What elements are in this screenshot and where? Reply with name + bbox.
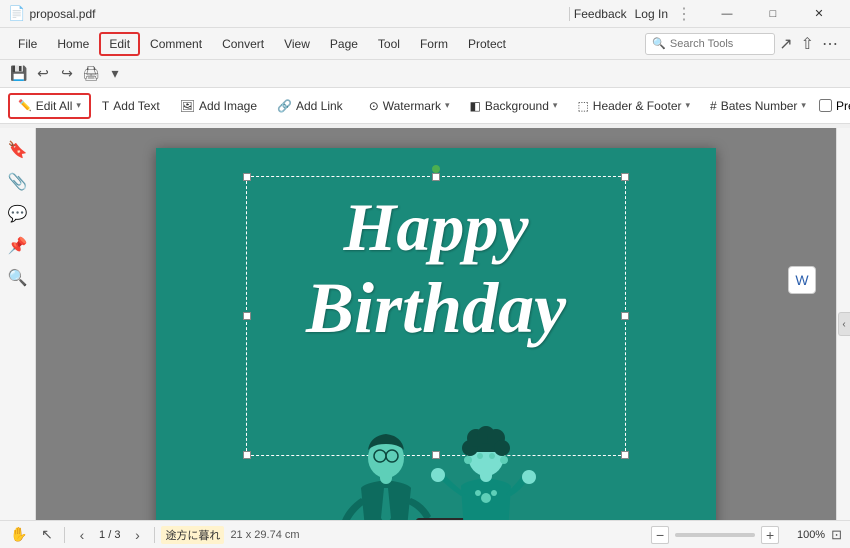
- undo-button[interactable]: ↩: [32, 63, 54, 85]
- zoom-level: 100%: [785, 529, 825, 541]
- edit-all-dropdown-arrow: ▾: [76, 100, 81, 111]
- home-menu-item[interactable]: Home: [47, 32, 99, 56]
- redo-button[interactable]: ↪: [56, 63, 78, 85]
- form-menu-item[interactable]: Form: [410, 32, 458, 56]
- minimize-button[interactable]: —: [704, 0, 750, 28]
- resize-handle-tm[interactable]: [432, 173, 440, 181]
- add-text-button[interactable]: T Add Text: [93, 93, 169, 119]
- word-icon: W: [795, 272, 808, 288]
- menu-bar: File Home Edit Comment Convert View Page…: [0, 28, 850, 60]
- happy-text: Happy: [246, 188, 626, 267]
- zoom-slider[interactable]: [675, 533, 755, 537]
- pdf-page: Happy Birthday: [156, 148, 716, 520]
- side-panel-left: 🔖 📎 💬 📌 🔍: [0, 128, 36, 520]
- document-title: proposal.pdf: [29, 7, 564, 21]
- external-link-button[interactable]: ↗: [775, 34, 796, 54]
- right-panel-collapse-button[interactable]: ‹: [838, 312, 850, 336]
- japanese-text: 途方に暮れ: [161, 526, 224, 544]
- edit-icon: ✏️: [18, 99, 32, 112]
- more-file-button[interactable]: ▾: [104, 63, 126, 85]
- login-link[interactable]: Log In: [635, 7, 668, 21]
- print-button[interactable]: 🖨: [80, 63, 102, 85]
- fit-page-button[interactable]: ⊡: [831, 527, 842, 543]
- cursor-tool-button[interactable]: ↖: [36, 524, 58, 546]
- header-footer-dropdown-arrow: ▾: [686, 100, 691, 111]
- preview-checkbox[interactable]: [819, 99, 832, 112]
- comment-button[interactable]: 💬: [4, 200, 32, 228]
- status-separator: [64, 527, 65, 543]
- share-button[interactable]: ⇧: [797, 34, 818, 54]
- watermark-dropdown-arrow: ▾: [445, 100, 450, 111]
- protect-menu-item[interactable]: Protect: [458, 32, 516, 56]
- resize-handle-ml[interactable]: [243, 312, 251, 320]
- preview-checkbox-label[interactable]: Preview: [819, 99, 850, 113]
- edit-menu-item[interactable]: Edit: [99, 32, 140, 56]
- resize-handle-mr[interactable]: [621, 312, 629, 320]
- header-footer-icon: ⬚: [577, 99, 588, 113]
- add-image-icon: 🖼: [180, 99, 195, 113]
- convert-menu-item[interactable]: Convert: [212, 32, 274, 56]
- resize-handle-bl[interactable]: [243, 451, 251, 459]
- title-bar: 📄 proposal.pdf Feedback Log In ⋮ — □ ✕: [0, 0, 850, 28]
- bookmark-button[interactable]: 🔖: [4, 136, 32, 164]
- status-left: ✋ ↖ ‹ 1 / 3 › 途方に暮れ 21 x 29.74 cm: [8, 524, 300, 546]
- birthday-card-text: Happy Birthday: [246, 188, 626, 350]
- edit-toolbar: ✏️ Edit All ▾ T Add Text 🖼 Add Image 🔗 A…: [0, 88, 850, 124]
- add-image-button[interactable]: 🖼 Add Image: [171, 93, 266, 119]
- maximize-button[interactable]: □: [750, 0, 796, 28]
- save-button[interactable]: 💾: [8, 63, 30, 85]
- bates-dropdown-arrow: ▾: [801, 100, 806, 111]
- background-button[interactable]: ◧ Background ▾: [461, 93, 567, 119]
- zoom-in-button[interactable]: +: [761, 526, 779, 544]
- tool-menu-item[interactable]: Tool: [368, 32, 410, 56]
- header-footer-button[interactable]: ⬚ Header & Footer ▾: [568, 93, 699, 119]
- side-panel-right: ‹: [836, 128, 850, 520]
- file-toolbar: 💾 ↩ ↪ 🖨 ▾: [0, 60, 850, 88]
- annotation-button[interactable]: 📌: [4, 232, 32, 260]
- close-button[interactable]: ✕: [796, 0, 842, 28]
- file-menu-item[interactable]: File: [8, 32, 47, 56]
- watermark-button[interactable]: ⊙ Watermark ▾: [360, 93, 459, 119]
- word-edit-button[interactable]: W: [788, 266, 816, 294]
- main-content: Happy Birthday: [36, 128, 836, 520]
- status-bar: ✋ ↖ ‹ 1 / 3 › 途方に暮れ 21 x 29.74 cm − + 10…: [0, 520, 850, 548]
- watermark-icon: ⊙: [369, 99, 379, 113]
- search-input[interactable]: [670, 38, 768, 50]
- people-illustration: [276, 408, 596, 520]
- add-text-icon: T: [102, 99, 109, 113]
- status-right: − + 100% ⊡: [651, 526, 842, 544]
- next-page-button[interactable]: ›: [126, 524, 148, 546]
- feedback-area: Feedback Log In ⋮: [574, 4, 692, 24]
- app-icon: 📄: [8, 5, 25, 22]
- prev-page-button[interactable]: ‹: [71, 524, 93, 546]
- illustration-svg: [276, 408, 596, 520]
- search-tools[interactable]: 🔍: [645, 33, 775, 55]
- birthday-text: Birthday: [246, 267, 626, 350]
- status-separator2: [154, 527, 155, 543]
- zoom-out-button[interactable]: −: [651, 526, 669, 544]
- feedback-link[interactable]: Feedback: [574, 7, 627, 21]
- search-side-button[interactable]: 🔍: [4, 264, 32, 292]
- resize-handle-tr[interactable]: [621, 173, 629, 181]
- background-icon: ◧: [470, 99, 481, 113]
- attachment-button[interactable]: 📎: [4, 168, 32, 196]
- view-menu-item[interactable]: View: [274, 32, 320, 56]
- bates-icon: #: [710, 99, 717, 113]
- search-icon: 🔍: [652, 37, 666, 50]
- page-size: 21 x 29.74 cm: [230, 529, 299, 541]
- add-link-icon: 🔗: [277, 99, 292, 113]
- page-indicator: 1 / 3: [99, 529, 120, 541]
- resize-handle-br[interactable]: [621, 451, 629, 459]
- resize-handle-tl[interactable]: [243, 173, 251, 181]
- page-menu-item[interactable]: Page: [320, 32, 368, 56]
- more-button[interactable]: ⋯: [818, 34, 842, 54]
- add-link-button[interactable]: 🔗 Add Link: [268, 93, 352, 119]
- hand-tool-button[interactable]: ✋: [8, 524, 30, 546]
- rotation-handle[interactable]: [432, 165, 440, 173]
- background-dropdown-arrow: ▾: [553, 100, 558, 111]
- bates-number-button[interactable]: # Bates Number ▾: [701, 93, 815, 119]
- edit-all-button[interactable]: ✏️ Edit All ▾: [8, 93, 91, 119]
- comment-menu-item[interactable]: Comment: [140, 32, 212, 56]
